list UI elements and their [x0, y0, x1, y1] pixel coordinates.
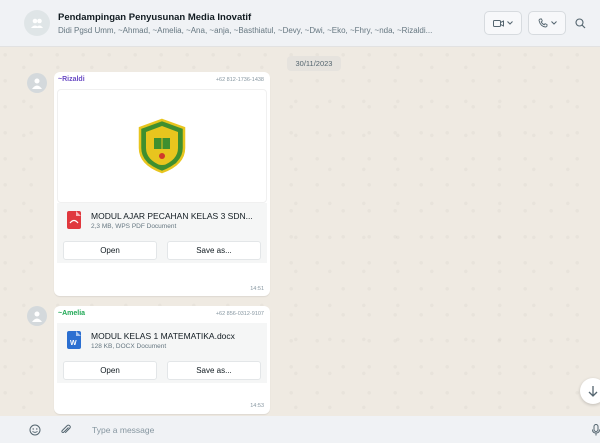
voice-message-button[interactable]: [588, 422, 600, 438]
sender-phone: +62 856-0312-9107: [215, 311, 264, 317]
message-time: 14:53: [250, 403, 264, 409]
chevron-down-icon: [550, 21, 557, 25]
document-info: 128 KB, DOCX Document: [91, 342, 167, 350]
person-icon: [32, 78, 42, 89]
video-call-button[interactable]: [484, 11, 522, 35]
voice-call-button[interactable]: [528, 11, 566, 35]
search-button[interactable]: [572, 11, 588, 35]
sender-name[interactable]: ~Amelia: [58, 310, 85, 317]
open-button[interactable]: Open: [63, 360, 157, 380]
scroll-to-bottom-button[interactable]: [580, 378, 600, 404]
document-info: 2,3 MB, WPS PDF Document: [91, 222, 177, 230]
open-button[interactable]: Open: [63, 240, 157, 260]
word-document-icon: W: [67, 331, 81, 349]
school-logo-icon: [138, 118, 186, 174]
group-icon: [31, 18, 43, 28]
group-participants: Didi Pgsd Umm, ~Ahmad, ~Amelia, ~Ana, ~a…: [58, 25, 433, 35]
header-info[interactable]: Pendampingan Penyusunan Media Inovatif D…: [58, 12, 488, 35]
arrow-down-icon: [588, 386, 598, 397]
group-title: Pendampingan Penyusunan Media Inovatif: [58, 11, 252, 23]
sender-avatar[interactable]: [27, 73, 47, 93]
sender-avatar[interactable]: [27, 306, 47, 326]
sender-name[interactable]: ~Rizaldi: [58, 76, 85, 83]
document-attachment[interactable]: MODUL AJAR PECAHAN KELAS 3 SDN... 2,3 MB…: [57, 203, 267, 237]
phone-icon: [538, 18, 547, 28]
svg-text:W: W: [70, 340, 77, 347]
emoji-icon: [29, 424, 41, 436]
microphone-icon: [592, 424, 600, 436]
message-bubble[interactable]: ~Amelia +62 856-0312-9107 W MODUL KELAS …: [54, 306, 270, 414]
attach-button[interactable]: [58, 422, 74, 438]
emoji-button[interactable]: [27, 422, 43, 438]
message-input[interactable]: [92, 421, 572, 438]
compose-bar[interactable]: [0, 416, 600, 443]
person-icon: [32, 311, 42, 322]
chat-header[interactable]: Pendampingan Penyusunan Media Inovatif D…: [0, 0, 600, 47]
save-as-button[interactable]: Save as...: [167, 360, 261, 380]
sender-phone: +62 812-1736-1438: [215, 77, 264, 83]
date-divider: 30/11/2023: [287, 56, 341, 71]
chevron-down-icon: [507, 21, 513, 25]
search-icon: [574, 17, 585, 28]
video-camera-icon: [493, 19, 504, 27]
document-attachment[interactable]: W MODUL KELAS 1 MATEMATIKA.docx 128 KB, …: [57, 323, 267, 357]
message-bubble[interactable]: ~Rizaldi +62 812-1736-1438 MODUL AJAR PE…: [54, 72, 270, 296]
paperclip-icon: [61, 424, 71, 434]
pdf-document-icon: [67, 211, 81, 229]
save-as-button[interactable]: Save as...: [167, 240, 261, 260]
document-preview[interactable]: [57, 89, 267, 203]
message-time: 14:51: [250, 286, 264, 292]
message-list[interactable]: 30/11/2023 ~Rizaldi +62 812-1736-1438 MO…: [0, 47, 600, 416]
group-avatar[interactable]: [24, 10, 50, 36]
document-name: MODUL AJAR PECAHAN KELAS 3 SDN...: [91, 210, 253, 221]
document-name: MODUL KELAS 1 MATEMATIKA.docx: [91, 330, 235, 341]
